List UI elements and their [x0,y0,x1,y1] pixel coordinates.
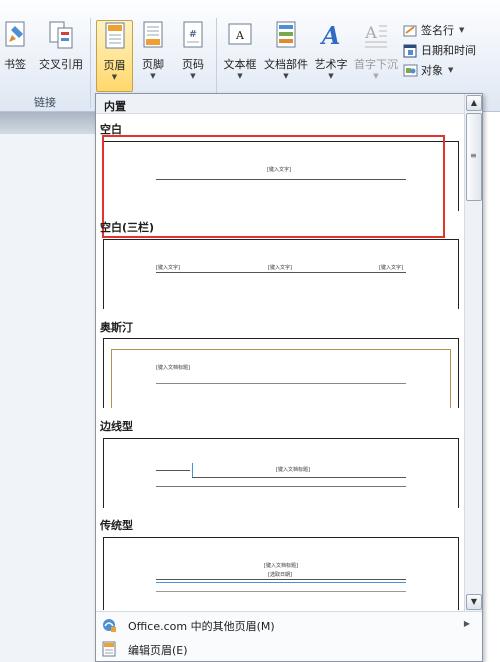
date-time-label: 日期和时间 [421,44,476,57]
cross-reference-label: 交叉引用 [39,58,83,71]
header-thumb-blank-three-column[interactable]: [键入文字] [键入文字] [键入文字] [103,239,459,309]
chevron-down-icon: ▼ [283,72,289,80]
chevron-down-icon: ▼ [459,26,465,34]
wordart-button[interactable]: A 艺术字 ▼ [312,20,350,92]
textbox-button[interactable]: A 文本框 ▼ [220,20,260,92]
gallery-scrollbar[interactable]: ▲ ≡ ▼ [464,94,482,611]
document-area [0,112,96,662]
document-ruler [0,112,96,134]
chevron-down-icon: ▼ [328,72,334,80]
footer-label: 页脚 [142,58,164,71]
signature-line-button[interactable]: 签名行 ▼ [403,20,464,40]
object-label: 对象 [421,64,443,77]
dropcap-label: 首字下沉 [354,58,398,71]
chevron-right-icon: ▶ [463,619,470,628]
placeholder-text: [选取日期] [268,572,292,578]
more-headers-menu-item[interactable]: Office.com 中的其他页眉(M) ▶ [96,613,482,637]
header-rule [156,486,406,487]
object-icon [403,64,418,76]
placeholder-text: [键入文档标题] [156,365,190,371]
sideline-left-rule [156,470,190,471]
header-rule [156,582,406,583]
object-button[interactable]: 对象 ▼ [403,60,453,80]
section-title: 奥斯汀 [100,321,133,334]
grip-icon: ≡ [470,151,477,160]
footer-icon [143,21,163,48]
bookmark-label: 书签 [4,58,26,71]
svg-text:#: # [189,29,197,40]
signature-line-label: 签名行 [421,24,454,37]
placeholder-text: [键入文档标题] [264,563,298,569]
header-rule [156,272,406,273]
chevron-down-icon: ▼ [373,72,379,80]
header-button[interactable]: 页眉 ▼ [96,20,133,92]
header-rule [192,477,406,478]
bookmark-icon [5,21,25,47]
svg-text:A: A [320,21,341,50]
section-title: 传统型 [100,519,133,532]
date-time-button[interactable]: 日期和时间 [403,40,476,60]
chevron-down-icon: ▼ [190,72,196,80]
textbox-icon: A [228,23,252,45]
page-number-label: 页码 [182,58,204,71]
chevron-down-icon: ▼ [150,72,156,80]
sideline-bar [192,463,193,477]
cross-reference-button[interactable]: 交叉引用 [34,20,88,92]
header-thumb-austin[interactable]: [键入文档标题] [103,338,459,408]
placeholder-text: [键入文字] [156,265,180,271]
section-title: 空白(三栏) [100,221,155,234]
quick-parts-label: 文档部件 [264,58,308,71]
scroll-down-icon[interactable]: ▼ [466,594,482,610]
page-number-icon: # [183,21,203,48]
header-rule [156,383,406,384]
austin-frame [111,349,451,408]
office-online-icon [103,619,116,632]
placeholder-text: [键入文字] [268,265,292,271]
gallery-list: 空白 [键入文字] 空白(三栏) [键入文字] [键入文字] [键入文字] 奥斯… [96,115,464,610]
header-rule [156,579,406,580]
placeholder-text: [键入文档标题] [276,467,310,473]
wordart-label: 艺术字 [314,58,348,71]
gallery-heading: 内置 [96,94,464,114]
more-headers-label: Office.com 中的其他页眉(M) [128,620,275,633]
header-rule [156,591,406,592]
dropcap-icon: A [364,23,387,48]
bookmark-button[interactable]: 书签 [0,20,30,92]
scroll-thumb[interactable]: ≡ [466,113,482,201]
header-label: 页眉 [103,59,126,72]
textbox-label: 文本框 [223,58,257,71]
edit-header-label: 编辑页眉(E) [128,644,188,657]
gallery-menu: Office.com 中的其他页眉(M) ▶ 编辑页眉(E) [96,611,482,661]
quick-parts-button[interactable]: 文档部件 ▼ [262,20,310,92]
edit-header-icon [102,641,116,657]
calendar-icon [403,44,417,57]
scroll-up-icon[interactable]: ▲ [466,95,482,111]
edit-header-menu-item[interactable]: 编辑页眉(E) [96,637,482,661]
svg-text:A: A [364,23,377,42]
header-thumb-sideline[interactable]: [键入文档标题] [103,438,459,508]
placeholder-text: [键入文字] [379,265,403,271]
dropcap-button[interactable]: A 首字下沉 ▼ [352,20,400,92]
section-title: 边线型 [100,420,133,433]
links-group-label: 链接 [34,96,56,109]
group-separator [90,18,91,108]
cross-reference-icon [49,21,73,49]
svg-text:A: A [235,29,245,42]
header-icon [105,22,124,49]
quick-parts-icon [276,21,296,48]
header-thumb-traditional[interactable]: [键入文档标题] [选取日期] [103,537,459,610]
wordart-icon: A [320,21,341,50]
header-gallery: 内置 空白 [键入文字] 空白(三栏) [键入文字] [键入文字] [键入文字]… [95,93,483,662]
chevron-down-icon: ▼ [111,73,118,81]
page-number-button[interactable]: # 页码 ▼ [176,20,210,92]
chevron-down-icon: ▼ [237,72,243,80]
footer-button[interactable]: 页脚 ▼ [136,20,170,92]
chevron-down-icon: ▼ [448,66,454,74]
signature-icon [403,25,417,36]
